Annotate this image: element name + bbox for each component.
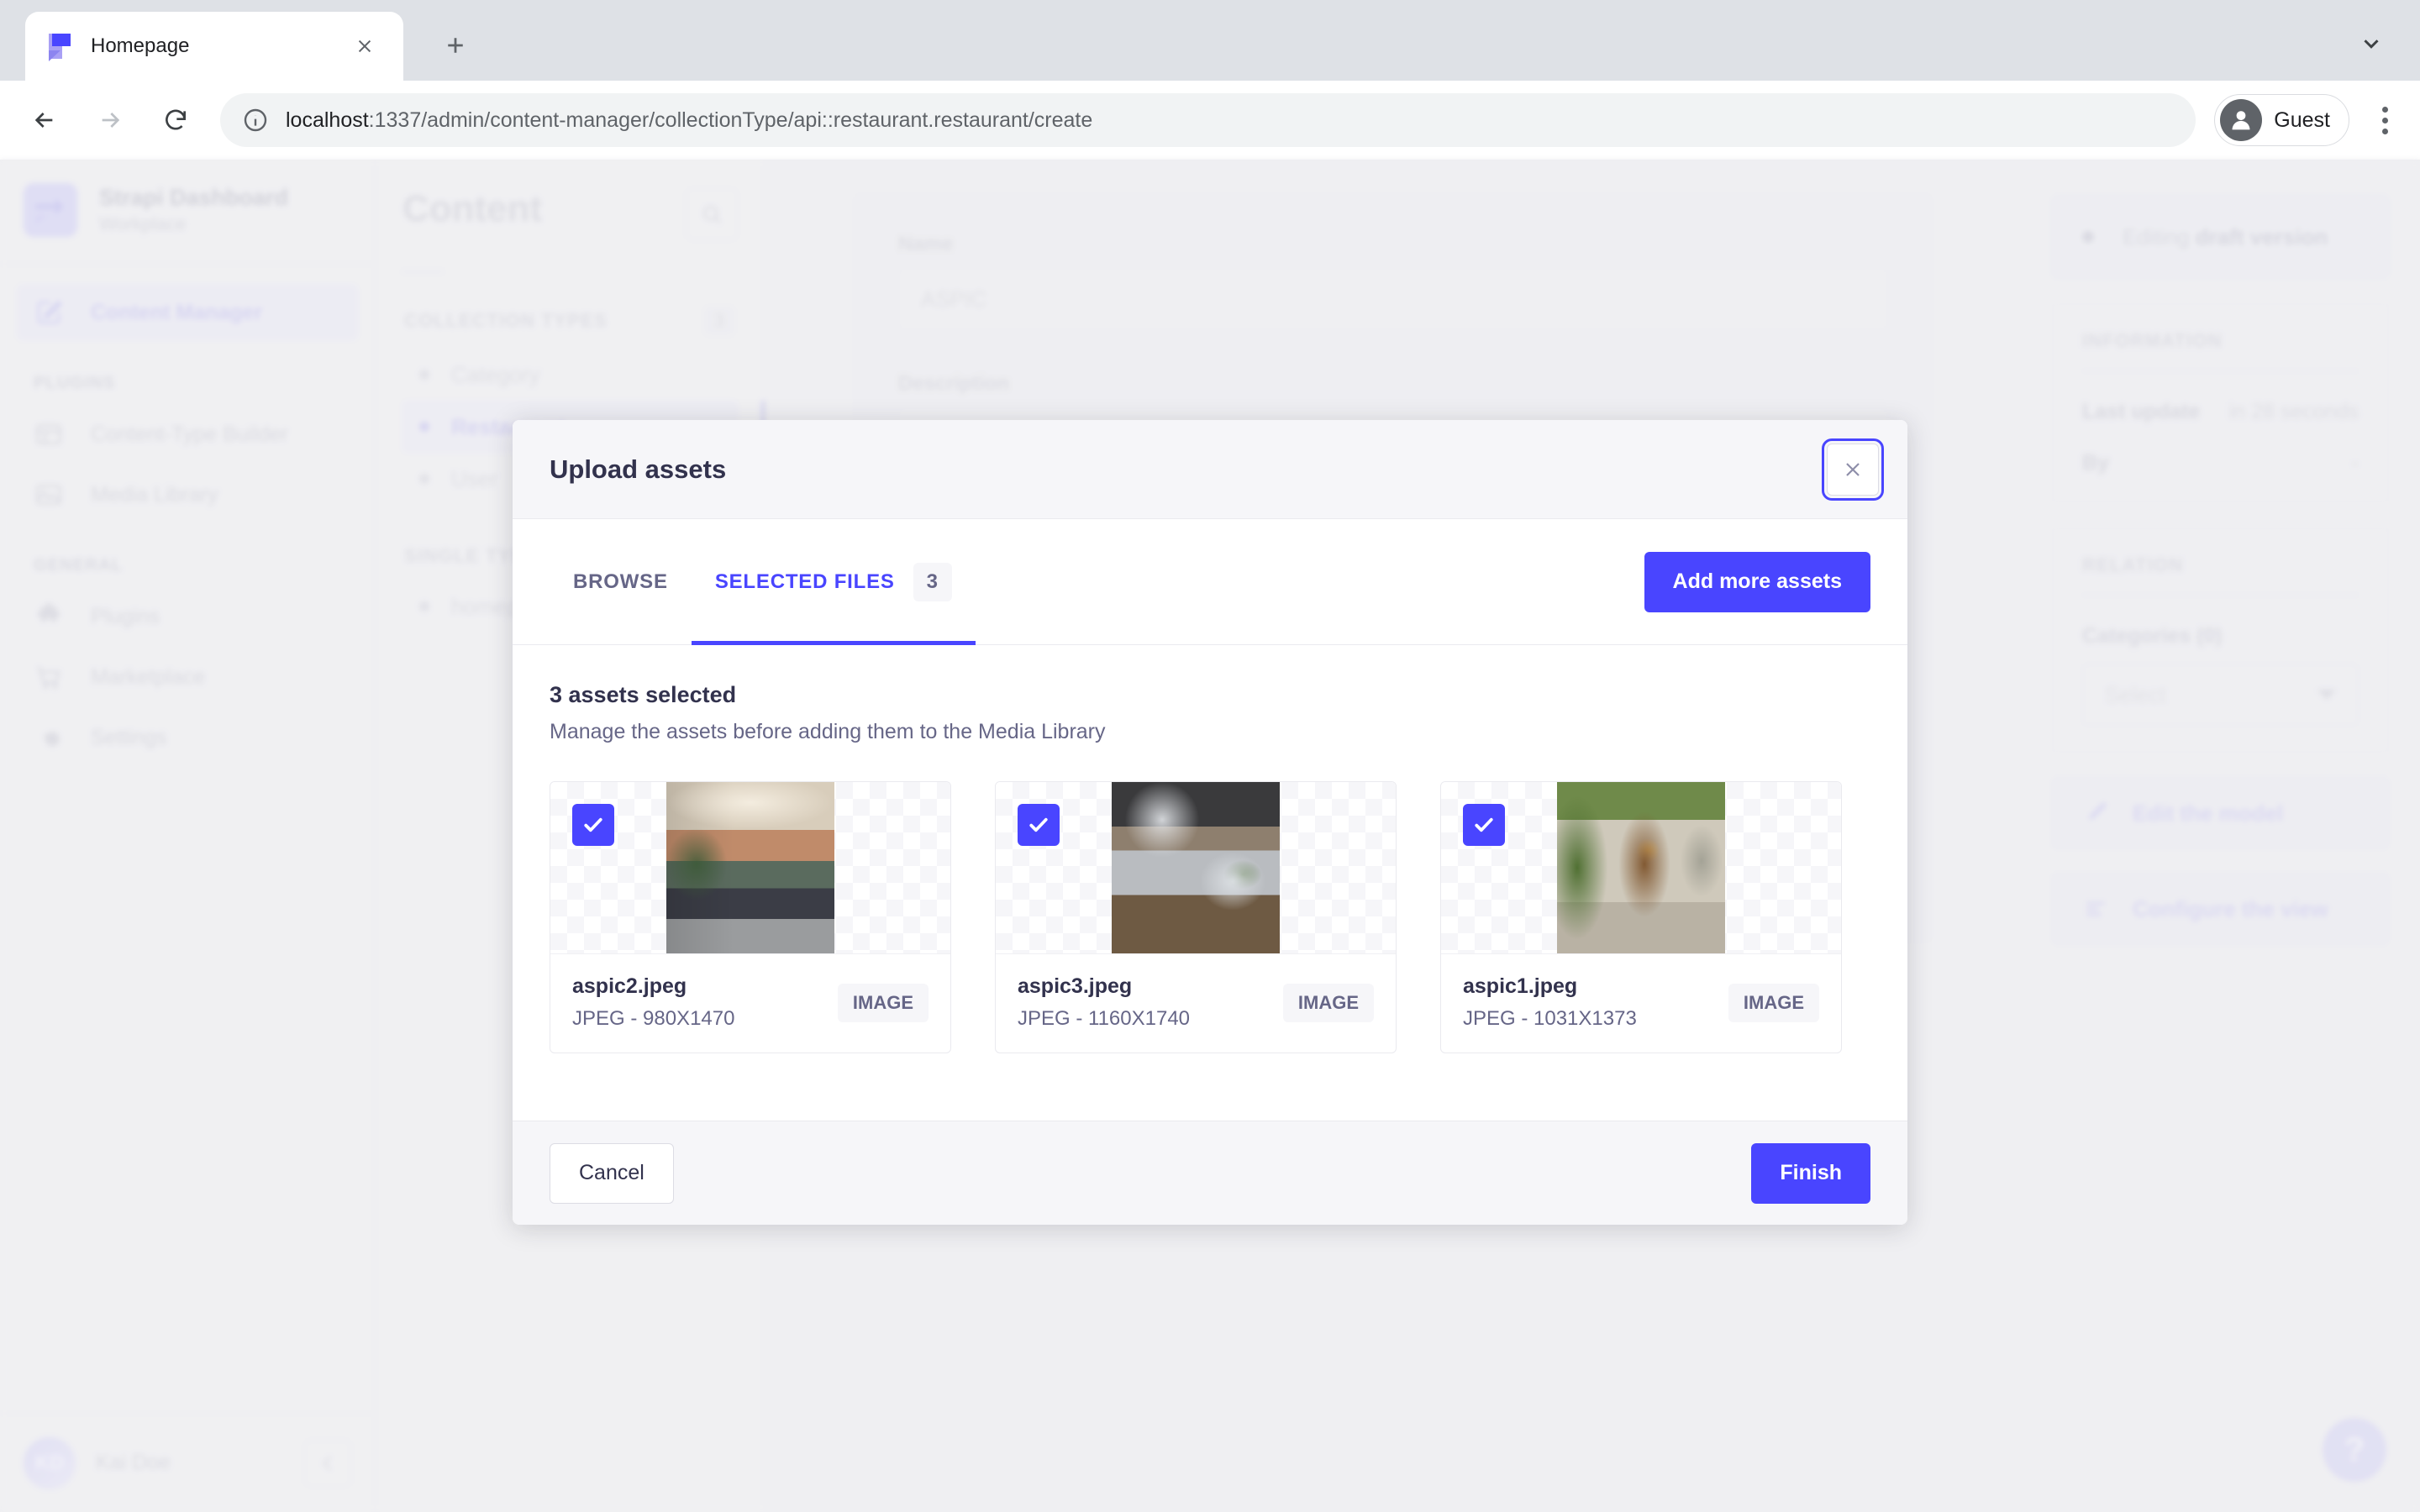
strapi-logo-icon bbox=[45, 32, 74, 61]
asset-meta: aspic1.jpeg JPEG - 1031X1373 IMAGE bbox=[1441, 953, 1841, 1053]
browser-tabstrip: Homepage bbox=[0, 0, 2420, 81]
asset-meta: aspic2.jpeg JPEG - 980X1470 IMAGE bbox=[550, 953, 950, 1053]
asset-card[interactable]: aspic2.jpeg JPEG - 980X1470 IMAGE bbox=[550, 781, 951, 1053]
asset-filename: aspic3.jpeg bbox=[1018, 974, 1133, 998]
modal-footer: Cancel Finish bbox=[513, 1121, 1907, 1225]
browser-toolbar: localhost:1337/admin/content-manager/col… bbox=[0, 81, 2420, 160]
add-more-assets-button[interactable]: Add more assets bbox=[1644, 551, 1870, 612]
url-path: :1337/admin/content-manager/collectionTy… bbox=[368, 108, 1093, 132]
asset-details: JPEG - 980X1470 bbox=[572, 1007, 735, 1030]
tab-selected-files-label: SELECTED FILES bbox=[714, 570, 895, 593]
asset-checkbox[interactable] bbox=[572, 804, 614, 846]
checkmark-icon bbox=[1029, 817, 1048, 832]
address-bar-url: localhost:1337/admin/content-manager/col… bbox=[286, 108, 1092, 133]
asset-details: JPEG - 1031X1373 bbox=[1463, 1007, 1637, 1030]
profile-chip[interactable]: Guest bbox=[2214, 94, 2349, 146]
modal-header: Upload assets bbox=[513, 420, 1907, 519]
asset-type-badge: IMAGE bbox=[1728, 983, 1819, 1022]
person-icon bbox=[2220, 99, 2263, 141]
url-host: localhost bbox=[286, 108, 369, 132]
info-circle-icon bbox=[242, 107, 269, 134]
close-icon[interactable] bbox=[346, 28, 383, 65]
asset-preview-image bbox=[1112, 782, 1280, 953]
asset-preview-image bbox=[1557, 782, 1725, 953]
checkmark-icon bbox=[584, 817, 602, 832]
selected-files-count-badge: 3 bbox=[913, 562, 952, 601]
browser-tab-title: Homepage bbox=[91, 34, 190, 57]
asset-checkbox[interactable] bbox=[1018, 804, 1060, 846]
asset-preview-image bbox=[666, 782, 834, 953]
modal-tabs-row: BROWSE SELECTED FILES 3 Add more assets bbox=[513, 519, 1907, 645]
three-dots-menu-icon[interactable] bbox=[2361, 97, 2408, 144]
asset-filename: aspic1.jpeg bbox=[1463, 974, 1578, 998]
tab-browse-label: BROWSE bbox=[573, 570, 668, 593]
forward-arrow-icon[interactable] bbox=[84, 94, 136, 146]
asset-type-badge: IMAGE bbox=[837, 983, 929, 1022]
upload-assets-modal: Upload assets BROWSE SELECTED FILES 3 Ad… bbox=[513, 420, 1907, 1225]
asset-grid: aspic2.jpeg JPEG - 980X1470 IMAGE aspic3… bbox=[550, 781, 1870, 1053]
asset-card[interactable]: aspic1.jpeg JPEG - 1031X1373 IMAGE bbox=[1440, 781, 1842, 1053]
profile-name: Guest bbox=[2274, 108, 2330, 132]
asset-thumbnail bbox=[1441, 782, 1841, 953]
asset-card[interactable]: aspic3.jpeg JPEG - 1160X1740 IMAGE bbox=[995, 781, 1397, 1053]
asset-thumbnail bbox=[550, 782, 950, 953]
asset-filename: aspic2.jpeg bbox=[572, 974, 687, 998]
chevron-down-icon[interactable] bbox=[2353, 25, 2390, 62]
modal-body: 3 assets selected Manage the assets befo… bbox=[513, 645, 1907, 1121]
tab-selected-files[interactable]: SELECTED FILES 3 bbox=[691, 519, 976, 645]
new-tab-button[interactable] bbox=[430, 20, 481, 71]
cancel-button[interactable]: Cancel bbox=[550, 1142, 674, 1204]
selection-subtitle: Manage the assets before adding them to … bbox=[550, 720, 1106, 743]
address-bar[interactable]: localhost:1337/admin/content-manager/col… bbox=[220, 93, 2196, 147]
checkmark-icon bbox=[1475, 817, 1493, 832]
asset-thumbnail bbox=[996, 782, 1396, 953]
asset-type-badge: IMAGE bbox=[1282, 983, 1374, 1022]
reload-icon[interactable] bbox=[150, 94, 202, 146]
asset-checkbox[interactable] bbox=[1463, 804, 1505, 846]
asset-details: JPEG - 1160X1740 bbox=[1018, 1007, 1191, 1030]
close-icon[interactable] bbox=[1822, 438, 1884, 501]
finish-button[interactable]: Finish bbox=[1751, 1142, 1870, 1204]
back-arrow-icon[interactable] bbox=[18, 94, 71, 146]
browser-tab[interactable]: Homepage bbox=[25, 12, 403, 81]
plus-icon bbox=[448, 38, 463, 53]
modal-tabs: BROWSE SELECTED FILES 3 bbox=[550, 519, 976, 645]
modal-title: Upload assets bbox=[550, 454, 727, 484]
selection-title: 3 assets selected bbox=[550, 682, 737, 707]
asset-meta: aspic3.jpeg JPEG - 1160X1740 IMAGE bbox=[996, 953, 1396, 1053]
tab-browse[interactable]: BROWSE bbox=[550, 519, 692, 644]
